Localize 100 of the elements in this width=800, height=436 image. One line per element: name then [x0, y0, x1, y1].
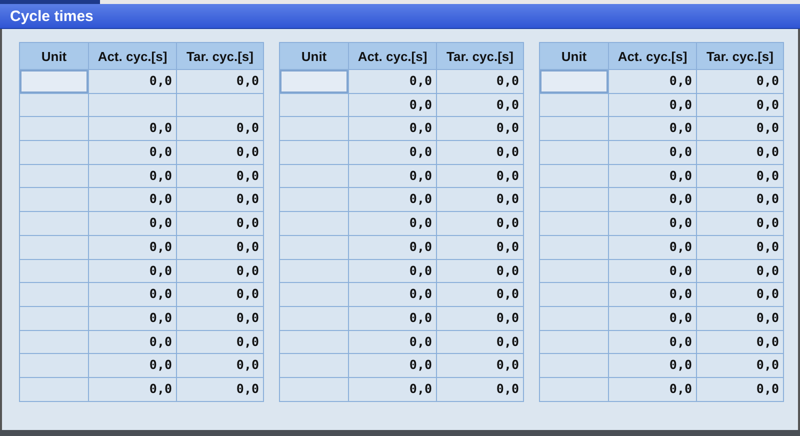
unit-cell[interactable] — [20, 212, 88, 235]
table-cell: 0,0 — [177, 212, 263, 235]
unit-cell[interactable] — [20, 117, 88, 140]
table-cell: 0,0 — [697, 236, 783, 258]
column-header: Tar. cyc.[s] — [697, 43, 783, 69]
table-cell: 0,0 — [437, 212, 523, 235]
table-cell: 0,0 — [697, 354, 783, 377]
unit-cell[interactable] — [540, 141, 608, 164]
unit-cell[interactable] — [540, 70, 608, 93]
unit-cell[interactable] — [280, 260, 348, 282]
unit-cell[interactable] — [20, 330, 88, 354]
unit-cell[interactable] — [280, 94, 348, 116]
unit-cell[interactable] — [20, 306, 88, 330]
unit-cell[interactable] — [540, 354, 608, 377]
unit-cell[interactable] — [20, 378, 88, 401]
unit-cell[interactable] — [540, 306, 608, 330]
table-cell: 0,0 — [609, 283, 696, 306]
table-cell: 0,0 — [89, 306, 176, 330]
table-cell: 0,0 — [437, 354, 523, 377]
unit-cell[interactable] — [540, 188, 608, 212]
table-cell: 0,0 — [349, 306, 436, 330]
unit-cell[interactable] — [540, 236, 608, 258]
table-cell: 0,0 — [349, 354, 436, 377]
table-cell: 0,0 — [177, 354, 263, 377]
table-cell: 0,0 — [177, 260, 263, 282]
unit-cell[interactable] — [20, 188, 88, 212]
unit-cell[interactable] — [540, 330, 608, 354]
table-cell: 0,0 — [89, 354, 176, 377]
table-cell: 0,0 — [89, 212, 176, 235]
table-cell: 0,0 — [609, 141, 696, 164]
table-cell: 0,0 — [697, 306, 783, 330]
unit-cell[interactable] — [280, 164, 348, 188]
table-cell: 0,0 — [609, 212, 696, 235]
table-cell: 0,0 — [177, 117, 263, 140]
unit-cell[interactable] — [540, 117, 608, 140]
table-cell: 0,0 — [89, 260, 176, 282]
table-cell: 0,0 — [609, 70, 696, 93]
table-cell: 0,0 — [697, 378, 783, 401]
table-cell: 0,0 — [89, 164, 176, 188]
table-cell: 0,0 — [349, 94, 436, 116]
table-cell: 0,0 — [697, 188, 783, 212]
unit-cell[interactable] — [20, 141, 88, 164]
unit-cell[interactable] — [280, 117, 348, 140]
table-cell: 0,0 — [609, 306, 696, 330]
table-cell: 0,0 — [609, 117, 696, 140]
unit-cell[interactable] — [540, 283, 608, 306]
unit-cell[interactable] — [280, 330, 348, 354]
table-cell: 0,0 — [609, 94, 696, 116]
column-header: Unit — [540, 43, 608, 69]
unit-cell[interactable] — [20, 354, 88, 377]
unit-cell[interactable] — [280, 212, 348, 235]
unit-cell[interactable] — [540, 260, 608, 282]
table-cell: 0,0 — [177, 283, 263, 306]
table-cell: 0,0 — [89, 188, 176, 212]
unit-cell[interactable] — [20, 94, 88, 116]
table-cell: 0,0 — [437, 188, 523, 212]
table-cell: 0,0 — [177, 306, 263, 330]
unit-cell[interactable] — [20, 283, 88, 306]
unit-cell[interactable] — [20, 236, 88, 258]
table-cell: 0,0 — [697, 330, 783, 354]
table-cell: 0,0 — [177, 330, 263, 354]
table-cell: 0,0 — [349, 378, 436, 401]
table-cell: 0,0 — [437, 164, 523, 188]
table-cell: 0,0 — [177, 188, 263, 212]
unit-cell[interactable] — [280, 188, 348, 212]
unit-cell[interactable] — [280, 70, 348, 93]
table-cell: 0,0 — [697, 283, 783, 306]
table-cell: 0,0 — [609, 164, 696, 188]
unit-cell[interactable] — [280, 354, 348, 377]
unit-cell[interactable] — [280, 283, 348, 306]
table-cell: 0,0 — [349, 283, 436, 306]
table-cell: 0,0 — [177, 70, 263, 93]
unit-cell[interactable] — [280, 236, 348, 258]
table-cell: 0,0 — [349, 236, 436, 258]
unit-cell[interactable] — [540, 378, 608, 401]
unit-cell[interactable] — [280, 306, 348, 330]
table-cell: 0,0 — [437, 306, 523, 330]
column-header: Act. cyc.[s] — [349, 43, 436, 69]
column-header: Tar. cyc.[s] — [177, 43, 263, 69]
table-cell: 0,0 — [437, 236, 523, 258]
unit-cell[interactable] — [20, 260, 88, 282]
table-cell: 0,0 — [349, 330, 436, 354]
table-cell: 0,0 — [697, 141, 783, 164]
table-cell: 0,0 — [89, 236, 176, 258]
unit-cell[interactable] — [280, 378, 348, 401]
table-cell: 0,0 — [89, 117, 176, 140]
unit-cell[interactable] — [20, 70, 88, 93]
unit-cell[interactable] — [540, 94, 608, 116]
table-cell: 0,0 — [89, 141, 176, 164]
column-header: Tar. cyc.[s] — [437, 43, 523, 69]
unit-cell[interactable] — [540, 164, 608, 188]
table-cell: 0,0 — [609, 330, 696, 354]
table-cell: 0,0 — [89, 70, 176, 93]
table-cell: 0,0 — [609, 236, 696, 258]
unit-cell[interactable] — [540, 212, 608, 235]
table-cell: 0,0 — [437, 70, 523, 93]
unit-cell[interactable] — [20, 164, 88, 188]
unit-cell[interactable] — [280, 141, 348, 164]
table-cell: 0,0 — [437, 141, 523, 164]
table-cell: 0,0 — [349, 188, 436, 212]
